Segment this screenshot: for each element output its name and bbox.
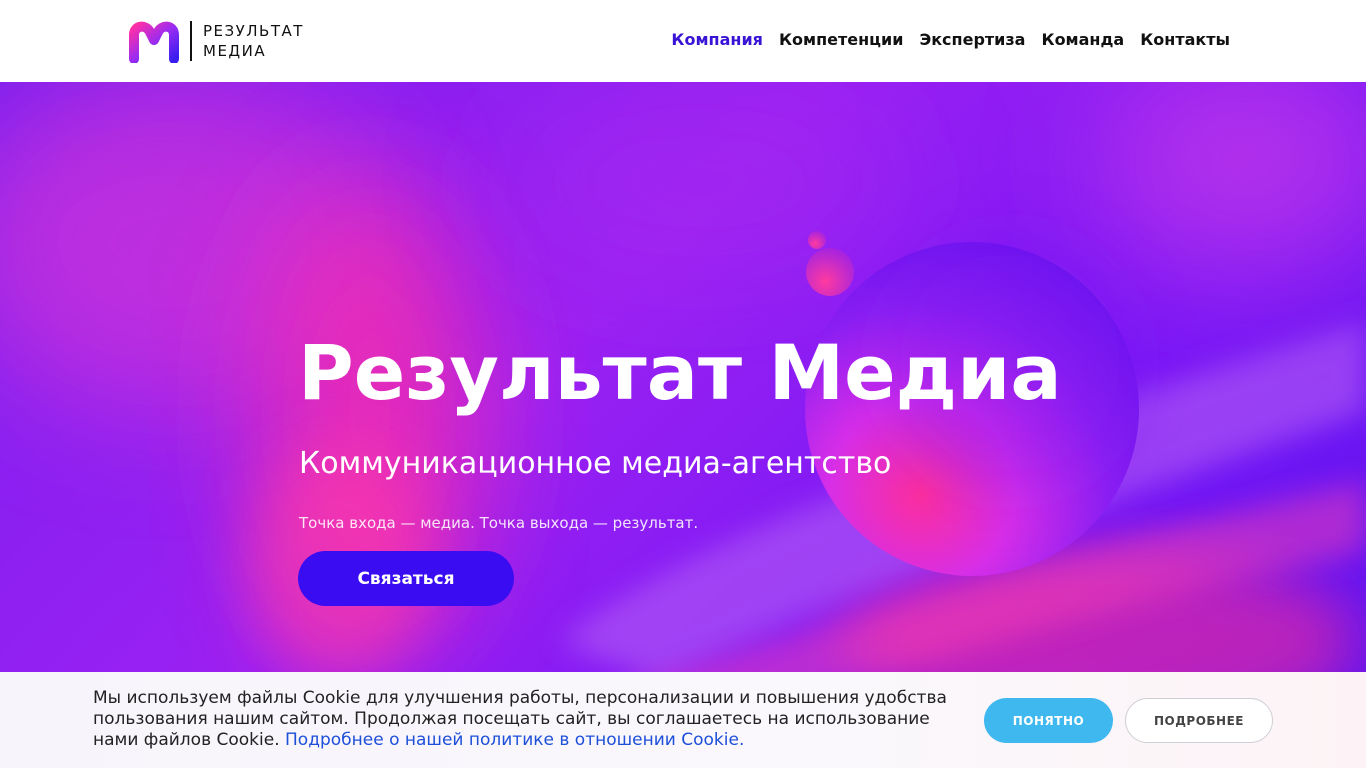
cookie-accept-button[interactable]: ПОНЯТНО	[984, 698, 1113, 743]
nav-item-company[interactable]: Компания	[671, 29, 763, 51]
logo-line-1: РЕЗУЛЬТАТ	[203, 22, 304, 40]
cookie-policy-link[interactable]: Подробнее о нашей политике в отношении C…	[285, 730, 744, 750]
nav-item-expertise[interactable]: Экспертиза	[919, 29, 1025, 51]
cookie-banner: Мы используем файлы Cookie для улучшения…	[0, 672, 1366, 768]
hero-subtitle: Коммуникационное медиа-агентство	[299, 446, 892, 481]
logo-line-2: МЕДИА	[203, 42, 267, 60]
nav-item-team[interactable]: Команда	[1041, 29, 1124, 51]
cookie-message: Мы используем файлы Cookie для улучшения…	[93, 688, 953, 751]
contact-button[interactable]: Связаться	[298, 551, 514, 606]
page: РЕЗУЛЬТАТ МЕДИА Компания Компетенции Экс…	[0, 0, 1366, 768]
hero-background-image	[0, 82, 1366, 742]
hero-section: Результат Медиа Коммуникационное медиа-а…	[0, 82, 1366, 768]
hero-tagline: Точка входа — медиа. Точка выхода — резу…	[299, 514, 699, 532]
logo-link[interactable]: РЕЗУЛЬТАТ МЕДИА	[127, 19, 304, 63]
logo-text: РЕЗУЛЬТАТ МЕДИА	[203, 21, 304, 61]
logo-divider	[190, 21, 192, 61]
main-nav: Компания Компетенции Экспертиза Команда …	[671, 29, 1230, 51]
site-header: РЕЗУЛЬТАТ МЕДИА Компания Компетенции Экс…	[0, 0, 1366, 82]
hero-title: Результат Медиа	[298, 328, 1062, 417]
nav-item-competencies[interactable]: Компетенции	[779, 29, 904, 51]
nav-item-contacts[interactable]: Контакты	[1140, 29, 1230, 51]
logo-m-icon	[129, 21, 179, 63]
cookie-more-button[interactable]: ПОДРОБНЕЕ	[1125, 698, 1273, 743]
